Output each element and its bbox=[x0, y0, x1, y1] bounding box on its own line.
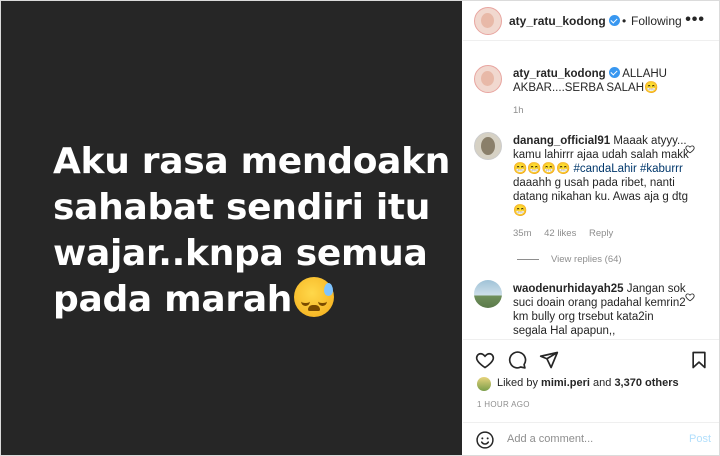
post-timestamp[interactable]: 1 HOUR AGO bbox=[477, 400, 530, 409]
media-line-3: wajar..knpa semua bbox=[53, 233, 428, 274]
media-line-1: Aku rasa mendoakn bbox=[53, 141, 451, 182]
post-media[interactable]: Aku rasa mendoakn sahabat sendiri itu wa… bbox=[1, 1, 462, 455]
reply-button[interactable]: Reply bbox=[589, 228, 613, 239]
hashtag-link[interactable]: #kaburrr bbox=[640, 163, 683, 175]
comment-body-b: daaahh g usah pada ribet, nanti datang n… bbox=[513, 177, 688, 217]
add-comment-input[interactable] bbox=[507, 429, 677, 449]
caption-username[interactable]: aty_ratu_kodong bbox=[513, 68, 606, 80]
avatar[interactable] bbox=[474, 65, 502, 93]
media-line-2: sahabat sendiri itu bbox=[53, 187, 431, 228]
comment-text: danang_official91 Maaak atyyy... kamu la… bbox=[513, 134, 689, 218]
likes-text: Liked by mimi.peri and 3,370 others bbox=[497, 377, 679, 389]
post-button[interactable]: Post bbox=[689, 433, 711, 445]
separator-dot: • bbox=[622, 14, 627, 28]
comment-likes[interactable]: 42 likes bbox=[544, 228, 576, 239]
comment-username[interactable]: danang_official91 bbox=[513, 135, 610, 147]
add-comment-bar: Post bbox=[463, 422, 719, 455]
likes-summary: Liked by mimi.peri and 3,370 others bbox=[463, 374, 719, 396]
comments-list[interactable]: aty_ratu_kodong ALLAHU AKBAR....SERBA SA… bbox=[463, 42, 719, 339]
likes-and: and bbox=[593, 377, 612, 389]
media-line-4: pada marah bbox=[53, 277, 443, 323]
heart-icon[interactable] bbox=[685, 292, 695, 302]
caption-text: aty_ratu_kodong ALLAHU AKBAR....SERBA SA… bbox=[513, 67, 689, 95]
liked-by-user-link[interactable]: mimi.peri bbox=[541, 377, 590, 389]
avatar[interactable] bbox=[474, 7, 502, 35]
emoji-smile-icon[interactable] bbox=[475, 430, 495, 450]
hashtag-link[interactable]: #candaLahir bbox=[573, 163, 636, 175]
header-username[interactable]: aty_ratu_kodong bbox=[509, 14, 620, 28]
post-header: aty_ratu_kodong • Following ••• bbox=[463, 1, 719, 41]
like-heart-icon[interactable] bbox=[475, 350, 495, 370]
more-options-icon[interactable]: ••• bbox=[685, 11, 705, 29]
verified-badge-icon bbox=[608, 15, 620, 26]
view-replies-button[interactable]: View replies (64) bbox=[517, 254, 622, 265]
post-sidebar: aty_ratu_kodong • Following ••• aty_ratu… bbox=[463, 1, 719, 455]
avatar[interactable] bbox=[474, 132, 502, 160]
tear-icon bbox=[324, 283, 334, 296]
comment-time: 35m bbox=[513, 228, 532, 239]
media-line-4-text: pada marah bbox=[53, 279, 293, 320]
caption-time: 1h bbox=[513, 105, 524, 116]
caption-meta: 1h bbox=[513, 105, 534, 116]
comment-meta: 35m 42 likes Reply bbox=[513, 228, 623, 239]
comment-username[interactable]: waodenurhidayah25 bbox=[513, 283, 624, 295]
share-direct-icon[interactable] bbox=[539, 350, 559, 370]
comment-bubble-icon[interactable] bbox=[507, 350, 527, 370]
media-text: Aku rasa mendoakn sahabat sendiri itu wa… bbox=[53, 139, 451, 323]
heart-icon[interactable] bbox=[685, 144, 695, 154]
avatar[interactable] bbox=[477, 377, 491, 391]
avatar[interactable] bbox=[474, 280, 502, 308]
header-username-text[interactable]: aty_ratu_kodong bbox=[509, 14, 606, 28]
likes-prefix: Liked by bbox=[497, 377, 538, 389]
sad-face-emoji-icon bbox=[294, 277, 335, 317]
mouth-icon bbox=[308, 305, 321, 311]
verified-badge-icon bbox=[608, 67, 620, 78]
likes-others-link[interactable]: 3,370 others bbox=[614, 377, 678, 389]
bookmark-icon[interactable] bbox=[689, 350, 709, 370]
comment-text: waodenurhidayah25 Jangan sok suci doain … bbox=[513, 282, 689, 338]
action-bar bbox=[463, 339, 719, 379]
following-button[interactable]: Following bbox=[631, 14, 682, 28]
